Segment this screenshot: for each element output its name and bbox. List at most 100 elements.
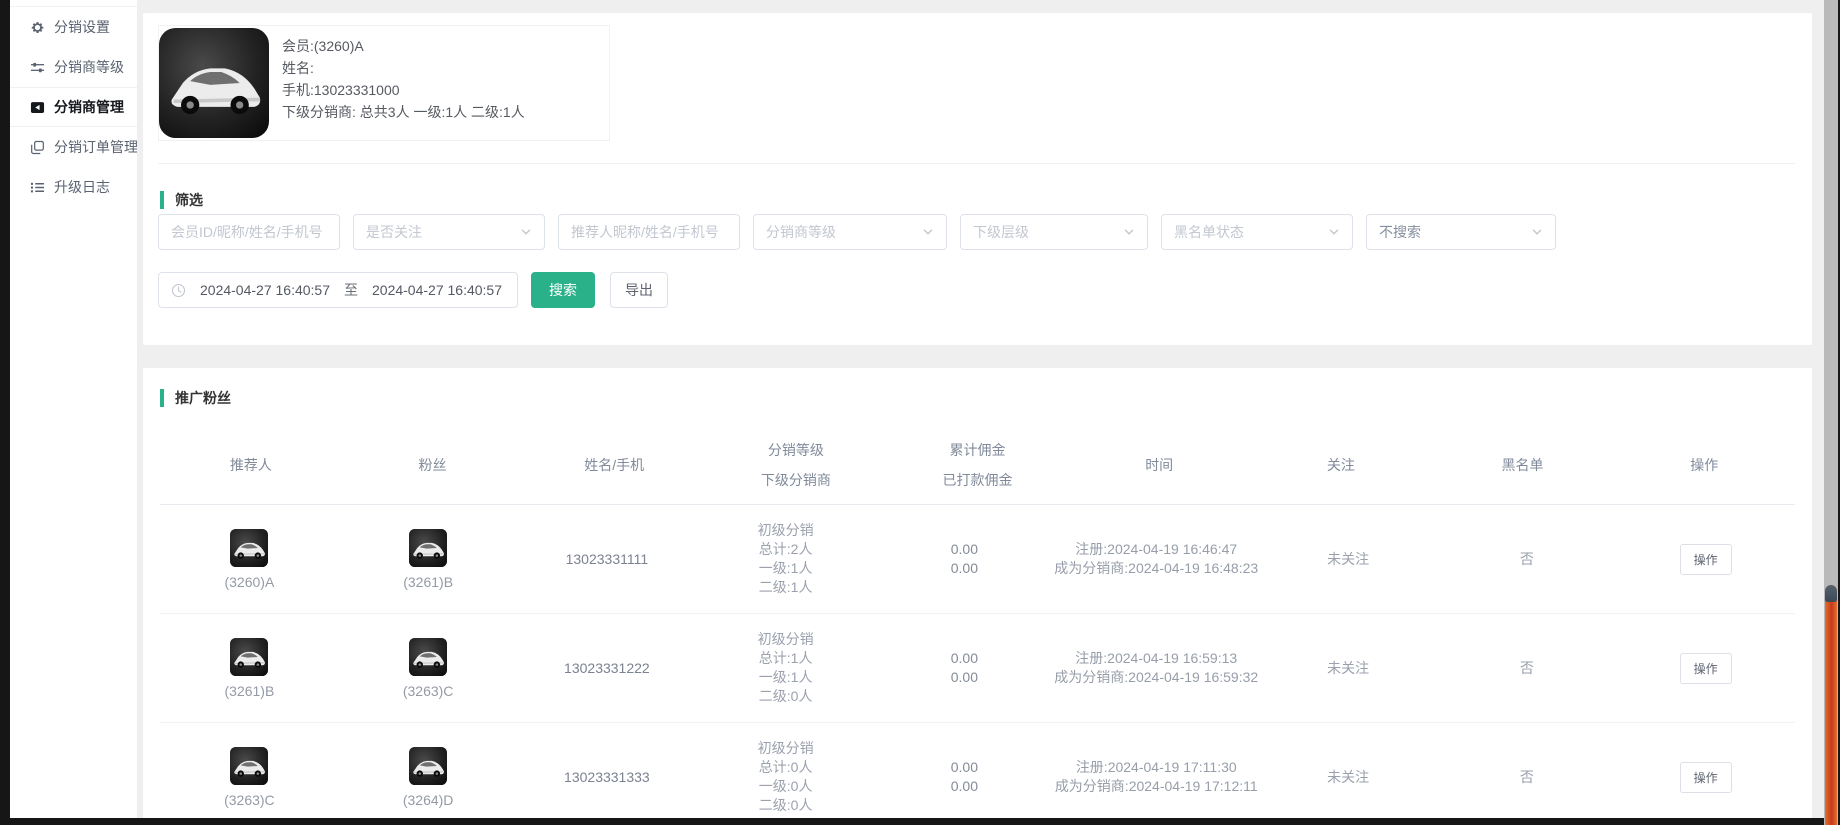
car-avatar xyxy=(230,747,268,785)
referrer-id: (3261)B xyxy=(224,683,274,699)
fan-id: (3264)D xyxy=(403,792,454,808)
table-row: (3261)B (3263)C 13023331222 初级分销 总计:1人 一… xyxy=(160,614,1795,723)
car-avatar xyxy=(230,529,268,567)
date-range-picker[interactable]: 2024-04-27 16:40:57 至 2024-04-27 16:40:5… xyxy=(158,272,518,308)
member-name: 姓名: xyxy=(282,57,525,79)
row-action-button[interactable]: 操作 xyxy=(1680,653,1732,684)
sidebar-item-label: 升级日志 xyxy=(54,177,110,197)
fans-section-title: 推广粉丝 xyxy=(160,388,231,408)
follow-status: 未关注 xyxy=(1327,767,1369,787)
follow-status-select[interactable]: 是否关注 xyxy=(353,214,545,250)
become-time: 成为分销商:2024-04-19 16:48:23 xyxy=(1054,560,1258,576)
time-text: 注册:2024-04-19 16:46:47 成为分销商:2024-04-19 … xyxy=(1054,540,1259,578)
clock-icon xyxy=(171,283,186,298)
member-info: 会员:(3260)A 姓名: 手机:13023331000 下级分销商: 总共3… xyxy=(269,26,525,140)
blacklist-status-placeholder: 黑名单状态 xyxy=(1174,222,1244,242)
sidebar-item-distributor-levels[interactable]: 分销商等级 xyxy=(10,47,137,87)
search-mode-value: 不搜索 xyxy=(1379,222,1421,242)
col-blacklist: 黑名单 xyxy=(1432,425,1614,504)
sidebar-item-distribution-settings[interactable]: 分销设置 xyxy=(10,7,137,47)
level-l2: 二级:1人 xyxy=(759,578,813,597)
time-text: 注册:2024-04-19 17:11:30 成为分销商:2024-04-19 … xyxy=(1054,758,1259,796)
member-keyword-input[interactable] xyxy=(171,224,327,240)
sidebar-item-distribution-orders[interactable]: 分销订单管理 xyxy=(10,127,137,167)
member-card: 会员:(3260)A 姓名: 手机:13023331000 下级分销商: 总共3… xyxy=(158,25,610,141)
date-start: 2024-04-27 16:40:57 xyxy=(200,282,330,298)
referrer-keyword-input[interactable] xyxy=(571,224,727,240)
phone-value: 13023331111 xyxy=(566,551,649,567)
date-end: 2024-04-27 16:40:57 xyxy=(372,282,502,298)
sidebar-item-distributor-management[interactable]: 分销商管理 xyxy=(10,87,137,127)
table-row: (3260)A (3261)B 13023331111 初级分销 总计:2人 一… xyxy=(160,505,1795,614)
share-icon xyxy=(30,100,45,115)
sidebar: 分销设置 分销商等级 分销商管理 分销订单管理 升级日志 xyxy=(10,0,137,818)
sidebar-menu: 分销设置 分销商等级 分销商管理 分销订单管理 升级日志 xyxy=(10,6,137,207)
date-separator: 至 xyxy=(344,280,358,300)
member-phone: 手机:13023331000 xyxy=(282,79,525,101)
level-total: 总计:2人 xyxy=(759,540,813,559)
row-action-button[interactable]: 操作 xyxy=(1680,544,1732,575)
gear-icon xyxy=(30,20,45,35)
follow-cell: 未关注 xyxy=(1259,723,1438,818)
sidebar-item-upgrade-log[interactable]: 升级日志 xyxy=(10,167,137,207)
level-l1: 一级:0人 xyxy=(759,777,813,796)
search-mode-select[interactable]: 不搜索 xyxy=(1366,214,1556,250)
car-avatar-icon xyxy=(230,638,268,676)
phone-value: 13023331333 xyxy=(564,769,650,785)
sidebar-item-label: 分销商管理 xyxy=(54,97,124,117)
sidebar-item-label: 分销设置 xyxy=(54,17,110,37)
commission-paid: 0.00 xyxy=(951,668,978,687)
level-l1: 一级:1人 xyxy=(759,668,813,687)
search-button[interactable]: 搜索 xyxy=(531,272,595,308)
action-cell: 操作 xyxy=(1616,723,1795,818)
chevron-down-icon xyxy=(1531,226,1543,238)
referrer-id: (3263)C xyxy=(224,792,275,808)
date-filter-row: 2024-04-27 16:40:57 至 2024-04-27 16:40:5… xyxy=(158,272,668,308)
fan-cell: (3261)B xyxy=(339,505,518,613)
col-commission: 累计佣金 已打款佣金 xyxy=(887,425,1069,504)
fan-id: (3261)B xyxy=(403,574,453,590)
copy-icon xyxy=(30,140,45,155)
sublevel-select[interactable]: 下级层级 xyxy=(960,214,1148,250)
referrer-cell: (3260)A xyxy=(160,505,339,613)
sliders-icon xyxy=(30,60,45,75)
col-fan: 粉丝 xyxy=(342,425,524,504)
follow-status-placeholder: 是否关注 xyxy=(366,222,422,242)
action-cell: 操作 xyxy=(1616,614,1795,722)
level-name: 初级分销 xyxy=(758,739,814,758)
level-cell: 初级分销 总计:2人 一级:1人 二级:1人 xyxy=(696,505,875,613)
phone-value: 13023331222 xyxy=(564,660,650,676)
follow-status: 未关注 xyxy=(1327,658,1369,678)
chevron-down-icon xyxy=(922,226,934,238)
member-filter-panel: 会员:(3260)A 姓名: 手机:13023331000 下级分销商: 总共3… xyxy=(143,13,1812,345)
chevron-down-icon xyxy=(1328,226,1340,238)
blacklist-status-select[interactable]: 黑名单状态 xyxy=(1161,214,1353,250)
car-avatar-icon xyxy=(409,638,447,676)
commission-total: 0.00 xyxy=(951,758,978,777)
section-accent-bar xyxy=(160,389,164,407)
chevron-down-icon xyxy=(1123,226,1135,238)
commission-paid: 0.00 xyxy=(951,559,978,578)
filter-row: 是否关注 分销商等级 下级层级 黑名单状态 不搜索 xyxy=(158,214,1556,250)
register-time: 注册:2024-04-19 16:59:13 xyxy=(1075,650,1237,666)
level-l2: 二级:0人 xyxy=(759,796,813,815)
export-button[interactable]: 导出 xyxy=(610,272,668,308)
blacklist-status: 否 xyxy=(1520,767,1534,787)
phone-cell: 13023331111 xyxy=(518,505,697,613)
fan-cell: (3263)C xyxy=(339,614,518,722)
scrollbar-thumb[interactable] xyxy=(1825,585,1837,825)
member-keyword-input-wrap xyxy=(158,214,340,250)
row-action-button[interactable]: 操作 xyxy=(1680,762,1732,793)
col-commission-line1: 累计佣金 xyxy=(950,435,1006,465)
col-level-line1: 分销等级 xyxy=(768,435,824,465)
level-name: 初级分销 xyxy=(758,630,814,649)
member-sub-distributors: 下级分销商: 总共3人 一级:1人 二级:1人 xyxy=(282,101,525,123)
time-cell: 注册:2024-04-19 17:11:30 成为分销商:2024-04-19 … xyxy=(1054,723,1259,818)
sidebar-item-label: 分销订单管理 xyxy=(54,137,138,157)
distributor-level-select[interactable]: 分销商等级 xyxy=(753,214,947,250)
blacklist-status: 否 xyxy=(1520,658,1534,678)
level-cell: 初级分销 总计:1人 一级:1人 二级:0人 xyxy=(696,614,875,722)
car-avatar xyxy=(409,638,447,676)
col-action: 操作 xyxy=(1613,425,1795,504)
fans-title-label: 推广粉丝 xyxy=(175,388,231,408)
